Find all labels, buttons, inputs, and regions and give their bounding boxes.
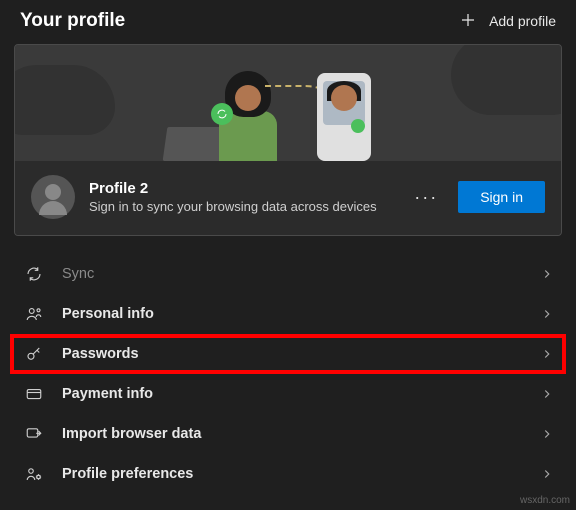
- chevron-right-icon: [540, 427, 554, 441]
- menu-item-label: Personal info: [62, 306, 522, 322]
- settings-menu: Sync Personal info Passwords Payment info Im…: [0, 254, 576, 494]
- profile-hero-illustration: [15, 45, 561, 161]
- menu-item-label: Passwords: [62, 346, 522, 362]
- avatar: [31, 175, 75, 219]
- profile-name: Profile 2: [89, 180, 394, 197]
- key-icon: [24, 344, 44, 364]
- chevron-right-icon: [540, 387, 554, 401]
- more-options-button[interactable]: ···: [408, 183, 444, 212]
- menu-item-label: Payment info: [62, 386, 522, 402]
- page-title: Your profile: [20, 10, 125, 32]
- menu-item-label: Import browser data: [62, 426, 522, 442]
- add-profile-button[interactable]: Add profile: [459, 11, 556, 32]
- menu-item-sync: Sync: [14, 254, 562, 294]
- add-profile-label: Add profile: [489, 13, 556, 29]
- menu-item-import-browser-data[interactable]: Import browser data: [14, 414, 562, 454]
- chevron-right-icon: [540, 347, 554, 361]
- prefs-icon: [24, 464, 44, 484]
- import-icon: [24, 424, 44, 444]
- chevron-right-icon: [540, 307, 554, 321]
- chevron-right-icon: [540, 467, 554, 481]
- sync-icon: [24, 264, 44, 284]
- profile-description: Sign in to sync your browsing data acros…: [89, 199, 394, 214]
- menu-item-payment-info[interactable]: Payment info: [14, 374, 562, 414]
- menu-item-label: Sync: [62, 266, 522, 282]
- menu-item-personal-info[interactable]: Personal info: [14, 294, 562, 334]
- chevron-right-icon: [540, 267, 554, 281]
- menu-item-passwords[interactable]: Passwords: [10, 334, 566, 374]
- sync-badge-icon: [211, 103, 233, 125]
- card-icon: [24, 384, 44, 404]
- profile-card: Profile 2 Sign in to sync your browsing …: [14, 44, 562, 236]
- plus-icon: [459, 11, 477, 32]
- menu-item-profile-preferences[interactable]: Profile preferences: [14, 454, 562, 494]
- watermark: wsxdn.com: [520, 495, 570, 506]
- sign-in-button[interactable]: Sign in: [458, 181, 545, 213]
- person-icon: [24, 304, 44, 324]
- menu-item-label: Profile preferences: [62, 466, 522, 482]
